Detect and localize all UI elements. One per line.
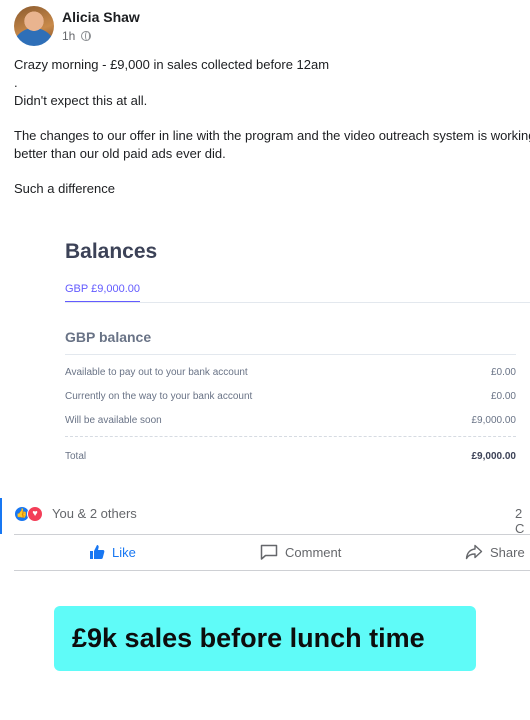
post-time[interactable]: 1h bbox=[62, 28, 75, 44]
divider bbox=[14, 534, 530, 535]
post-line: Such a difference bbox=[14, 181, 115, 196]
globe-icon bbox=[81, 31, 92, 41]
comment-count[interactable]: 2 C bbox=[515, 506, 530, 536]
author-name[interactable]: Alicia Shaw bbox=[62, 8, 140, 26]
balance-row-label: Currently on the way to your bank accoun… bbox=[65, 391, 253, 402]
balance-row: Currently on the way to your bank accoun… bbox=[65, 391, 516, 402]
avatar[interactable] bbox=[14, 6, 54, 46]
focus-indicator bbox=[0, 498, 2, 534]
reaction-summary[interactable]: You & 2 others bbox=[52, 506, 137, 521]
balance-total-row: Total £9,000.00 bbox=[65, 451, 516, 462]
action-bar: Like Comment Share bbox=[0, 536, 530, 570]
total-label: Total bbox=[65, 451, 87, 462]
post-line: . bbox=[14, 75, 18, 90]
balance-row: Will be available soon £9,000.00 bbox=[65, 415, 516, 426]
dashed-divider bbox=[65, 436, 516, 437]
post-header: Alicia Shaw 1h bbox=[14, 6, 140, 46]
time-row: 1h bbox=[62, 28, 140, 44]
balances-screenshot: Balances GBP £9,000.00 GBP balance Avail… bbox=[0, 222, 530, 492]
currency-tab: GBP £9,000.00 bbox=[65, 283, 141, 303]
balances-title: Balances bbox=[65, 240, 158, 263]
comment-button[interactable]: Comment bbox=[260, 544, 341, 560]
divider bbox=[14, 570, 530, 571]
balance-row-value: £0.00 bbox=[490, 367, 516, 378]
balance-row-label: Will be available soon bbox=[65, 415, 162, 426]
share-label: Share bbox=[490, 544, 525, 560]
comment-icon bbox=[260, 544, 278, 560]
post-line: Crazy morning - £9,000 in sales collecte… bbox=[14, 57, 330, 72]
post-text: Crazy morning - £9,000 in sales collecte… bbox=[14, 56, 530, 198]
like-button[interactable]: Like bbox=[89, 544, 136, 560]
post-line: better than our old paid ads ever did. bbox=[14, 146, 226, 161]
post-line: Didn't expect this at all. bbox=[14, 93, 148, 108]
balance-row-label: Available to pay out to your bank accoun… bbox=[65, 367, 248, 378]
post-line: The changes to our offer in line with th… bbox=[14, 128, 530, 143]
facebook-post: Alicia Shaw 1h Crazy morning - £9,000 in… bbox=[0, 0, 530, 720]
like-label: Like bbox=[112, 544, 136, 560]
thumbs-up-icon bbox=[90, 545, 105, 559]
banner-text: £9k sales before lunch time bbox=[72, 623, 425, 653]
comment-label: Comment bbox=[285, 544, 342, 560]
subtitle-divider bbox=[65, 354, 516, 355]
share-icon bbox=[465, 544, 483, 560]
share-button[interactable]: Share bbox=[465, 544, 525, 560]
post-meta: Alicia Shaw 1h bbox=[62, 8, 140, 44]
caption-banner: £9k sales before lunch time bbox=[54, 606, 476, 671]
reaction-bar: 👍 ♥ You & 2 others 2 C bbox=[0, 498, 530, 536]
balance-row-value: £0.00 bbox=[490, 391, 516, 402]
tab-divider bbox=[65, 302, 530, 303]
total-value: £9,000.00 bbox=[471, 451, 517, 462]
balance-row-value: £9,000.00 bbox=[471, 415, 517, 426]
balance-row: Available to pay out to your bank accoun… bbox=[65, 367, 516, 378]
love-reaction-icon[interactable]: ♥ bbox=[27, 506, 43, 522]
balance-subtitle: GBP balance bbox=[65, 329, 152, 345]
